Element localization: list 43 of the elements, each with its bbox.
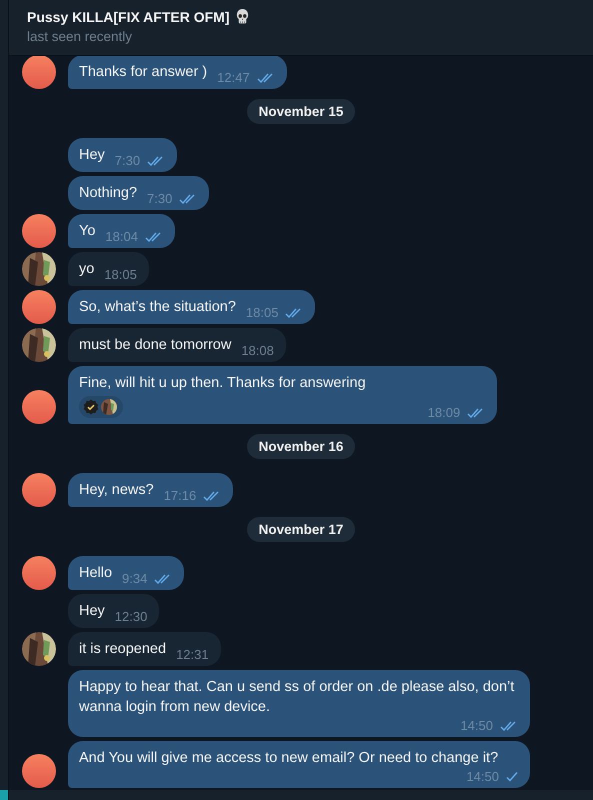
message-text: Hey [79,146,105,165]
message-time: 7:30 [114,153,140,168]
date-separator: November 15 [246,99,356,124]
message-text: must be done tomorrow [79,336,232,355]
message-text: Hey, news? [79,481,154,500]
date-separator: November 17 [246,517,356,542]
message-text: Hey [79,602,105,621]
reaction-chip[interactable] [79,396,123,418]
message-text: yo [79,260,94,279]
message-time: 12:31 [176,647,209,662]
verified-badge-icon [83,399,99,415]
message-text: Hello [79,564,112,583]
message-time: 17:16 [164,488,196,503]
avatar[interactable] [22,473,56,507]
skull-icon [235,8,250,25]
message-text: Happy to hear that. Can u send ss of order on .de please also, don’t wanna login from new device. [79,678,516,717]
message-time: 9:34 [122,571,148,586]
message-time: 18:09 [428,405,460,420]
message-time: 12:47 [217,70,250,85]
message-time: 18:08 [241,343,274,358]
avatar[interactable] [22,754,56,788]
message-time: 18:05 [246,305,278,320]
message-text: Nothing? [79,184,138,203]
message-text: Fine, will hit u up then. Thanks for answering [79,374,366,393]
message-time: 7:30 [147,191,172,206]
message-time: 18:04 [105,229,138,244]
avatar[interactable] [22,556,56,590]
date-separator: November 16 [246,434,356,459]
avatar[interactable] [22,56,56,89]
message-time: 14:50 [466,769,499,784]
last-seen-status: last seen recently [27,29,134,44]
message-time: 18:05 [104,267,137,282]
avatar[interactable] [22,214,56,248]
chat-title[interactable]: Pussy KILLA[FIX AFTER OFM] [27,8,230,24]
message-text: it is reopened [79,640,166,659]
message-text: And You will give me access to new email? Or need to change it? [79,749,498,768]
message-time: 12:30 [114,609,148,624]
message-text: So, what’s the situation? [79,298,236,317]
message-text: Thanks for answer ) [79,63,208,82]
avatar[interactable] [22,290,56,324]
message-time: 14:50 [460,718,493,733]
avatar[interactable] [22,390,56,424]
message-text: Yo [79,222,96,241]
